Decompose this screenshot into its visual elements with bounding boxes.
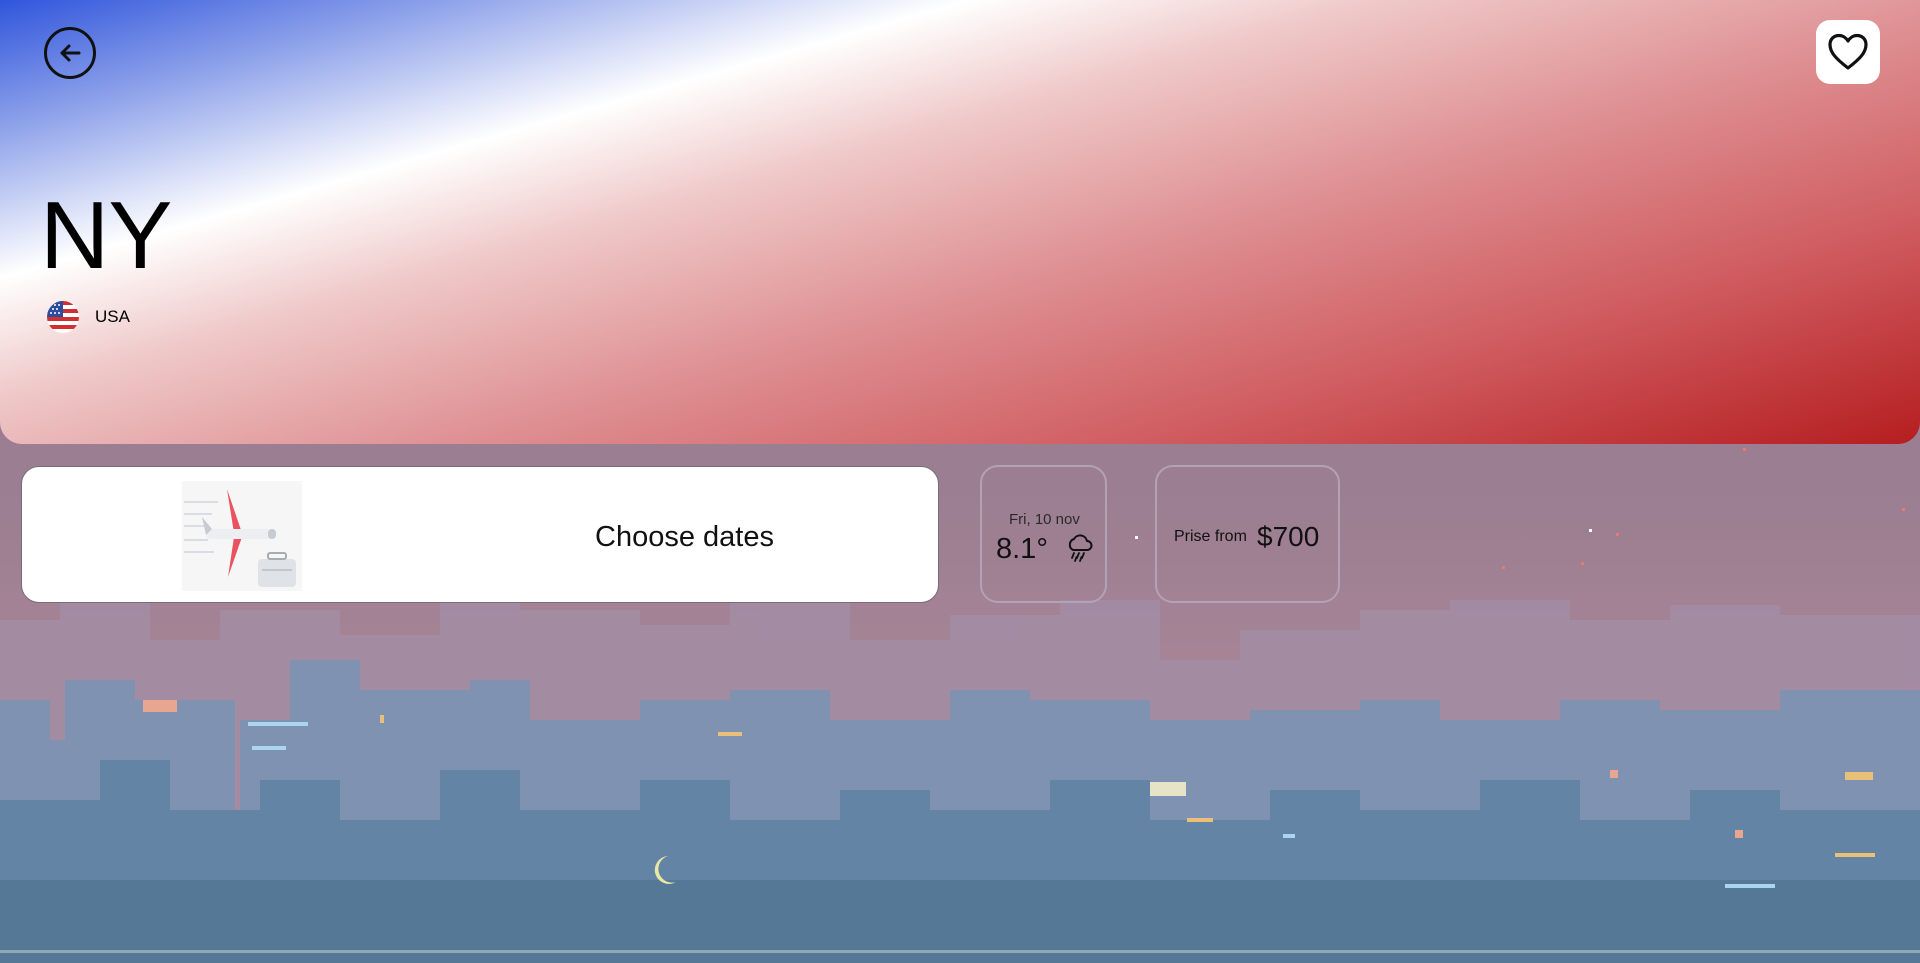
country-row: USA [47,301,130,333]
city-name: NY [40,182,172,289]
heart-icon [1828,33,1868,70]
favorite-button[interactable] [1816,20,1880,84]
weather-card: Fri, 10 nov 8.1° [980,465,1107,603]
usa-flag-icon [47,301,79,333]
rain-cloud-icon [1068,534,1093,562]
price-card: Prise from $700 [1155,465,1340,603]
country-name: USA [95,307,130,326]
price-value: $700 [1257,521,1320,552]
choose-dates-button[interactable]: Choose dates [21,466,939,603]
destination-hero: NY USA [0,0,1920,444]
price-label: Prise from [1174,528,1247,545]
back-button[interactable] [44,27,96,79]
back-arrow-icon [60,44,81,62]
airplane-luggage-icon [182,481,302,591]
choose-dates-label: Choose dates [595,521,774,553]
weather-temperature: 8.1° [996,533,1048,565]
weather-date: Fri, 10 nov [1009,511,1080,528]
